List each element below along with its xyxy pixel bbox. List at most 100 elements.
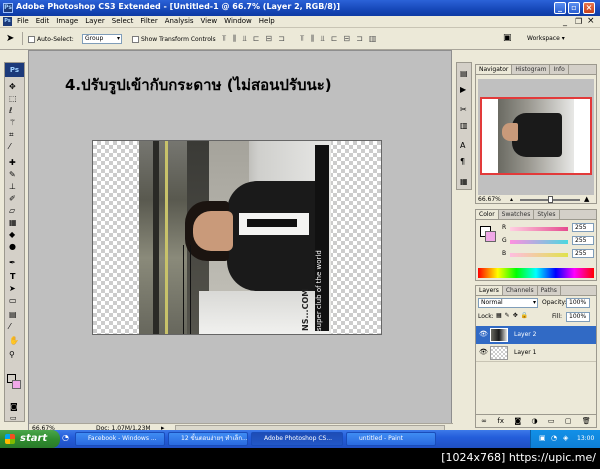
align-top-icon[interactable]: ⫪ bbox=[222, 34, 227, 44]
channel-r-input[interactable]: 255 bbox=[572, 223, 594, 232]
distribute-right-icon[interactable]: ⊐ bbox=[356, 34, 363, 44]
zoom-in-icon[interactable]: ▲ bbox=[584, 195, 589, 203]
hand-tool-icon[interactable]: ✋ bbox=[9, 336, 19, 345]
tab-info[interactable]: Info bbox=[550, 65, 569, 74]
delete-layer-icon[interactable]: 🗑 bbox=[582, 417, 591, 427]
navigator-thumbnail[interactable] bbox=[478, 79, 594, 195]
tab-swatches[interactable]: Swatches bbox=[499, 210, 535, 219]
paragraph-panel-icon[interactable]: ¶ bbox=[460, 157, 465, 166]
menu-window[interactable]: Window bbox=[224, 17, 252, 25]
gradient-tool-icon[interactable]: ▦ bbox=[9, 218, 17, 227]
start-button[interactable]: start bbox=[0, 430, 60, 448]
distribute-bottom-icon[interactable]: ⫫ bbox=[320, 34, 325, 44]
doc-close-icon[interactable]: × bbox=[587, 16, 595, 26]
fill-input[interactable]: 100% bbox=[566, 312, 590, 322]
new-layer-icon[interactable]: ▢ bbox=[565, 417, 572, 427]
eye-icon[interactable]: 👁 bbox=[479, 348, 488, 356]
eraser-tool-icon[interactable]: ▱ bbox=[9, 206, 15, 215]
navigator-view-box[interactable] bbox=[480, 97, 592, 175]
navigator-zoom-value[interactable]: 66.67% bbox=[478, 196, 501, 203]
volume-icon[interactable]: ◔ bbox=[551, 434, 557, 442]
align-hcenter-icon[interactable]: ⊟ bbox=[265, 34, 272, 44]
pen-tool-icon[interactable]: ✒ bbox=[9, 258, 16, 267]
channel-b-input[interactable]: 255 bbox=[572, 249, 594, 258]
menu-filter[interactable]: Filter bbox=[140, 17, 157, 25]
layer-row-layer-2[interactable]: 👁 Layer 2 bbox=[476, 326, 596, 344]
minimize-button[interactable]: _ bbox=[554, 2, 566, 14]
link-layers-icon[interactable]: ∞ bbox=[481, 417, 487, 427]
menu-file[interactable]: File bbox=[17, 17, 29, 25]
layer-style-icon[interactable]: fx bbox=[497, 417, 504, 427]
history-panel-icon[interactable]: ▤ bbox=[460, 69, 468, 78]
task-12-steps[interactable]: 12 ขั้นตอนง่ายๆ ทำเล็ก... bbox=[168, 432, 248, 446]
move-tool-icon[interactable]: ✥ bbox=[9, 82, 16, 91]
canvas[interactable]: super club of the world NS...COM bbox=[92, 140, 382, 335]
eyedropper-tool-2-icon[interactable]: ⁄ bbox=[9, 322, 10, 331]
new-group-icon[interactable]: ▭ bbox=[548, 417, 555, 427]
menu-layer[interactable]: Layer bbox=[85, 17, 105, 25]
navigator-zoom-thumb[interactable] bbox=[548, 196, 553, 203]
zoom-out-icon[interactable]: ▴ bbox=[510, 197, 518, 203]
distribute-vcenter-icon[interactable]: ⫼ bbox=[311, 34, 315, 44]
type-tool-icon[interactable]: T bbox=[10, 272, 15, 281]
show-transform-checkbox[interactable] bbox=[132, 36, 139, 43]
tab-channels[interactable]: Channels bbox=[503, 286, 538, 295]
tab-paths[interactable]: Paths bbox=[538, 286, 561, 295]
tab-layers[interactable]: Layers bbox=[476, 286, 503, 295]
distribute-left-icon[interactable]: ⊏ bbox=[331, 34, 338, 44]
marquee-tool-icon[interactable]: ⬚ bbox=[9, 94, 17, 103]
menu-select[interactable]: Select bbox=[112, 17, 134, 25]
clone-stamp-tool-icon[interactable]: ⊥ bbox=[9, 182, 16, 191]
move-tool-icon[interactable]: ➤ bbox=[6, 33, 14, 44]
layer-1-name[interactable]: Layer 1 bbox=[514, 349, 536, 356]
lock-transparent-icon[interactable]: ▦ bbox=[496, 312, 502, 319]
layer-2-name[interactable]: Layer 2 bbox=[514, 331, 536, 338]
task-paint[interactable]: untitled - Paint bbox=[346, 432, 436, 446]
tool-presets-panel-icon[interactable]: ✂ bbox=[460, 105, 467, 114]
align-left-icon[interactable]: ⊏ bbox=[253, 34, 260, 44]
task-facebook[interactable]: Facebook - Windows ... bbox=[75, 432, 165, 446]
close-button[interactable]: × bbox=[583, 2, 595, 14]
align-bottom-icon[interactable]: ⫫ bbox=[242, 34, 247, 44]
eye-icon[interactable]: 👁 bbox=[479, 330, 488, 338]
crop-tool-icon[interactable]: ⌗ bbox=[9, 130, 14, 140]
eyedropper-tool-icon[interactable]: ⁄ bbox=[9, 142, 10, 151]
screen-mode-icon[interactable]: ▭ bbox=[10, 414, 17, 422]
channel-b-slider[interactable] bbox=[510, 253, 568, 257]
shape-tool-icon[interactable]: ▭ bbox=[9, 296, 17, 305]
opacity-input[interactable]: 100% bbox=[566, 298, 590, 308]
doc-restore-icon[interactable]: ❐ bbox=[575, 17, 582, 26]
doc-minimize-icon[interactable]: _ bbox=[563, 17, 567, 26]
layer-row-layer-1[interactable]: 👁 Layer 1 bbox=[476, 344, 596, 362]
task-photoshop[interactable]: Adobe Photoshop CS... bbox=[251, 432, 343, 446]
menu-analysis[interactable]: Analysis bbox=[165, 17, 194, 25]
channel-g-slider[interactable] bbox=[510, 240, 568, 244]
menu-edit[interactable]: Edit bbox=[36, 17, 50, 25]
menu-image[interactable]: Image bbox=[56, 17, 78, 25]
tab-color[interactable]: Color bbox=[476, 210, 499, 219]
tab-navigator[interactable]: Navigator bbox=[476, 65, 513, 74]
auto-align-icon[interactable]: ▥ bbox=[369, 34, 377, 44]
quick-launch-icon[interactable]: ◔ bbox=[62, 433, 69, 442]
distribute-hcenter-icon[interactable]: ⊟ bbox=[343, 34, 350, 44]
quick-mask-icon[interactable]: ◙ bbox=[10, 402, 18, 411]
tab-styles[interactable]: Styles bbox=[534, 210, 560, 219]
brush-tool-icon[interactable]: ✎ bbox=[9, 170, 16, 179]
path-selection-tool-icon[interactable]: ➤ bbox=[9, 284, 16, 293]
maximize-button[interactable]: ▫ bbox=[568, 2, 580, 14]
lasso-tool-icon[interactable]: ℓ bbox=[9, 106, 12, 115]
channel-g-input[interactable]: 255 bbox=[572, 236, 594, 245]
layer-mask-icon[interactable]: ◙ bbox=[514, 417, 521, 427]
character-panel-icon[interactable]: A bbox=[460, 141, 465, 150]
background-color-swatch[interactable] bbox=[12, 380, 21, 389]
history-brush-tool-icon[interactable]: ✐ bbox=[9, 194, 16, 203]
healing-brush-tool-icon[interactable]: ✚ bbox=[9, 158, 16, 167]
actions-panel-icon[interactable]: ▶ bbox=[460, 85, 466, 94]
channel-r-slider[interactable] bbox=[510, 227, 568, 231]
color-spectrum-ramp[interactable] bbox=[478, 268, 594, 278]
security-icon[interactable]: ◈ bbox=[563, 434, 568, 442]
distribute-top-icon[interactable]: ⫪ bbox=[300, 34, 305, 44]
blend-mode-dropdown[interactable]: Normal ▾ bbox=[478, 298, 538, 308]
lock-all-icon[interactable]: 🔒 bbox=[521, 312, 528, 319]
adjustment-layer-icon[interactable]: ◑ bbox=[531, 417, 537, 427]
